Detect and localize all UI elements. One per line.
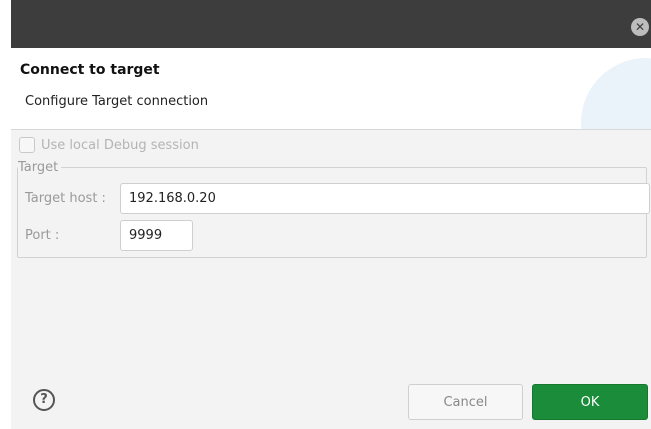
help-icon[interactable]: ? [33, 389, 55, 411]
dialog-banner: Connect to target Configure Target conne… [11, 48, 651, 130]
use-local-debug-label: Use local Debug session [41, 137, 199, 153]
target-host-label: Target host : [25, 191, 106, 206]
port-input[interactable]: 9999 [120, 220, 193, 251]
ok-button[interactable]: OK [532, 384, 648, 420]
dialog-description: Configure Target connection [25, 94, 209, 109]
use-local-debug-checkbox[interactable] [19, 137, 35, 153]
port-label: Port : [25, 228, 60, 243]
cancel-button[interactable]: Cancel [408, 384, 523, 420]
dialog-title: Connect to target [20, 62, 160, 78]
connect-dialog: ✕ Connect to target Configure Target con… [11, 0, 651, 429]
banner-decoration [581, 58, 651, 129]
dialog-titlebar: ✕ [11, 0, 651, 48]
close-icon[interactable]: ✕ [631, 18, 649, 36]
target-group-label: Target [18, 160, 62, 175]
target-group: Target Target host : 192.168.0.20 Port :… [17, 160, 650, 258]
target-host-input[interactable]: 192.168.0.20 [120, 183, 650, 214]
use-local-debug-option: Use local Debug session [19, 136, 199, 154]
